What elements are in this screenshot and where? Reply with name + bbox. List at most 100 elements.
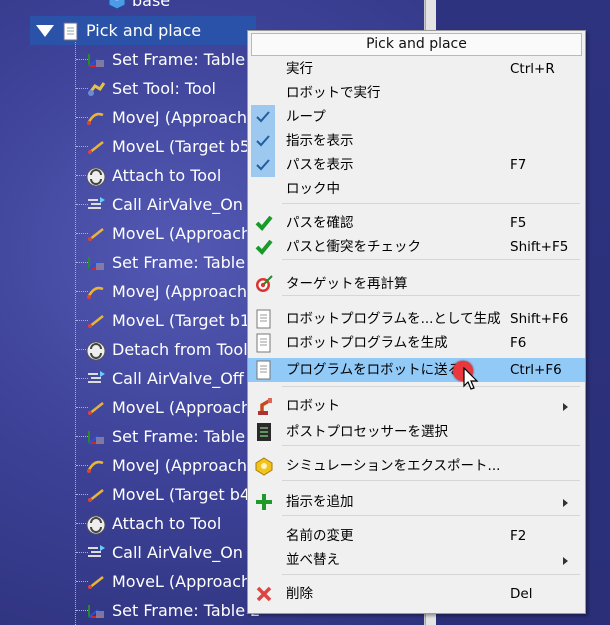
- menu-item[interactable]: パスを確認 F5: [248, 211, 585, 235]
- tree-item-label: Attach to Tool: [112, 514, 222, 533]
- tree-item[interactable]: MoveL (Approach: [86, 567, 251, 596]
- menu-item[interactable]: 並べ替え: [248, 548, 585, 572]
- menu-item-label: ループ: [286, 109, 326, 125]
- movel-icon: [86, 312, 106, 330]
- tree-item[interactable]: MoveL (Target b1: [86, 306, 250, 335]
- movej-icon: [86, 283, 106, 301]
- menu-item[interactable]: ループ: [248, 105, 585, 129]
- tree-item-label: MoveL (Target b1: [112, 311, 251, 330]
- menu-item-label: 名前の変更: [286, 528, 354, 544]
- frame-icon: [86, 602, 106, 620]
- menu-separator: [282, 480, 580, 481]
- movel-icon: [86, 573, 106, 591]
- menu-item-label: シミュレーションをエクスポート...: [286, 458, 501, 474]
- tree-item[interactable]: Attach to Tool: [86, 161, 221, 190]
- tree-item-label: MoveJ (Approach: [112, 282, 247, 301]
- menu-item[interactable]: プログラムをロボットに送る Ctrl+F6: [248, 358, 585, 382]
- menu-item-label: 指示を追加: [286, 494, 354, 510]
- menu-item-shortcut: Ctrl+F6: [510, 362, 562, 378]
- tree-item-label: MoveL (Approach: [112, 224, 252, 243]
- tree-item[interactable]: MoveJ (Approach: [86, 451, 247, 480]
- tree-item-label: Call AirValve_Off: [112, 369, 244, 388]
- check-icon: [251, 105, 275, 129]
- document-icon: [254, 333, 274, 353]
- call-icon: [86, 370, 106, 388]
- attach-icon: [86, 341, 106, 360]
- tool-icon: [86, 80, 106, 98]
- menu-item[interactable]: ロボットプログラムを...として生成 Shift+F6: [248, 307, 585, 331]
- tree-item[interactable]: Set Frame: Table 1: [86, 422, 260, 451]
- tree-item[interactable]: MoveL (Approach: [86, 393, 251, 422]
- menu-item[interactable]: パスと衝突をチェック Shift+F5: [248, 235, 585, 259]
- menu-item[interactable]: 削除 Del: [248, 582, 585, 606]
- tree-item[interactable]: MoveL (Target b5: [86, 132, 250, 161]
- menu-item-shortcut: Del: [510, 586, 533, 602]
- tree-item[interactable]: Call AirValve_On: [86, 538, 243, 567]
- menu-item[interactable]: 指示を表示: [248, 129, 585, 153]
- menu-item-shortcut: F5: [510, 215, 527, 231]
- tree-item-label: Set Frame: Table 2: [112, 253, 261, 272]
- tree-item-label: Set Frame: Table 2: [112, 601, 261, 620]
- check-icon: [251, 129, 275, 153]
- attach-icon: [86, 167, 106, 186]
- tree-item[interactable]: MoveJ (Approach: [86, 103, 247, 132]
- menu-separator: [282, 515, 580, 516]
- tree-item[interactable]: MoveL (Approach: [86, 219, 251, 248]
- export-icon: [254, 456, 274, 476]
- postprocessor-icon: [254, 422, 274, 442]
- movel-icon: [86, 399, 106, 417]
- menu-separator: [282, 203, 580, 204]
- menu-item[interactable]: ターゲットを再計算: [248, 272, 585, 296]
- check-icon: [251, 153, 275, 177]
- tree-item[interactable]: Set Frame: Table 1: [86, 45, 260, 74]
- menu-title: Pick and place: [251, 33, 582, 56]
- menu-item-label: パスを確認: [286, 215, 354, 231]
- target-icon: [254, 274, 274, 294]
- tree-item-base[interactable]: base: [108, 0, 170, 15]
- tree-item[interactable]: Set Frame: Table 2: [86, 596, 260, 625]
- menu-item-label: 並べ替え: [286, 552, 340, 568]
- menu-separator: [282, 386, 580, 387]
- tree-item[interactable]: MoveJ (Approach: [86, 277, 247, 306]
- menu-item-label: ロボットプログラムを生成: [286, 335, 448, 351]
- tree-item[interactable]: Call AirValve_Off: [86, 364, 244, 393]
- tree-item-label: MoveL (Target b4: [112, 485, 251, 504]
- tree-item-label: MoveJ (Approach: [112, 456, 247, 475]
- movel-icon: [86, 138, 106, 156]
- tree-item[interactable]: Set Tool: Tool: [86, 74, 216, 103]
- menu-item-shortcut: Ctrl+R: [510, 61, 555, 77]
- menu-item-label: 実行: [286, 61, 313, 77]
- program-document-icon: [62, 22, 80, 40]
- expand-arrow-icon[interactable]: [36, 24, 54, 37]
- tree-root-program[interactable]: Pick and place: [30, 16, 256, 45]
- tree-item[interactable]: Set Frame: Table 2: [86, 248, 260, 277]
- tree-item[interactable]: Detach from Tool: [86, 335, 248, 364]
- tree-item[interactable]: Attach to Tool: [86, 509, 221, 538]
- tree-item[interactable]: MoveL (Target b4: [86, 480, 250, 509]
- menu-item[interactable]: 名前の変更 F2: [248, 524, 585, 548]
- frame-icon: [86, 51, 106, 69]
- document-icon: [254, 309, 274, 329]
- menu-item[interactable]: 指示を追加: [248, 490, 585, 514]
- menu-item[interactable]: 実行 Ctrl+R: [248, 57, 585, 81]
- menu-item[interactable]: パスを表示 F7: [248, 153, 585, 177]
- tree-item-label: Set Tool: Tool: [112, 79, 216, 98]
- menu-item-label: ロック中: [286, 181, 340, 197]
- call-icon: [86, 544, 106, 562]
- menu-item[interactable]: ロック中: [248, 177, 585, 201]
- menu-item[interactable]: シミュレーションをエクスポート...: [248, 454, 585, 478]
- menu-item[interactable]: ロボットで実行: [248, 81, 585, 105]
- menu-item-label: ロボット: [286, 398, 340, 414]
- tree-item-label: Call AirValve_On: [112, 195, 243, 214]
- menu-item[interactable]: ロボットプログラムを生成 F6: [248, 331, 585, 355]
- menu-item-label: ターゲットを再計算: [286, 276, 408, 292]
- tree-item[interactable]: Call AirValve_On: [86, 190, 243, 219]
- tree-item-label: MoveL (Approach: [112, 572, 252, 591]
- tree-item-label: Set Frame: Table 1: [112, 427, 261, 446]
- menu-separator: [282, 445, 580, 446]
- menu-item[interactable]: ポストプロセッサーを選択: [248, 420, 585, 444]
- delete-icon: [254, 584, 274, 604]
- menu-separator: [282, 574, 580, 575]
- tree-item-label: Detach from Tool: [112, 340, 248, 359]
- menu-item[interactable]: ロボット: [248, 394, 585, 418]
